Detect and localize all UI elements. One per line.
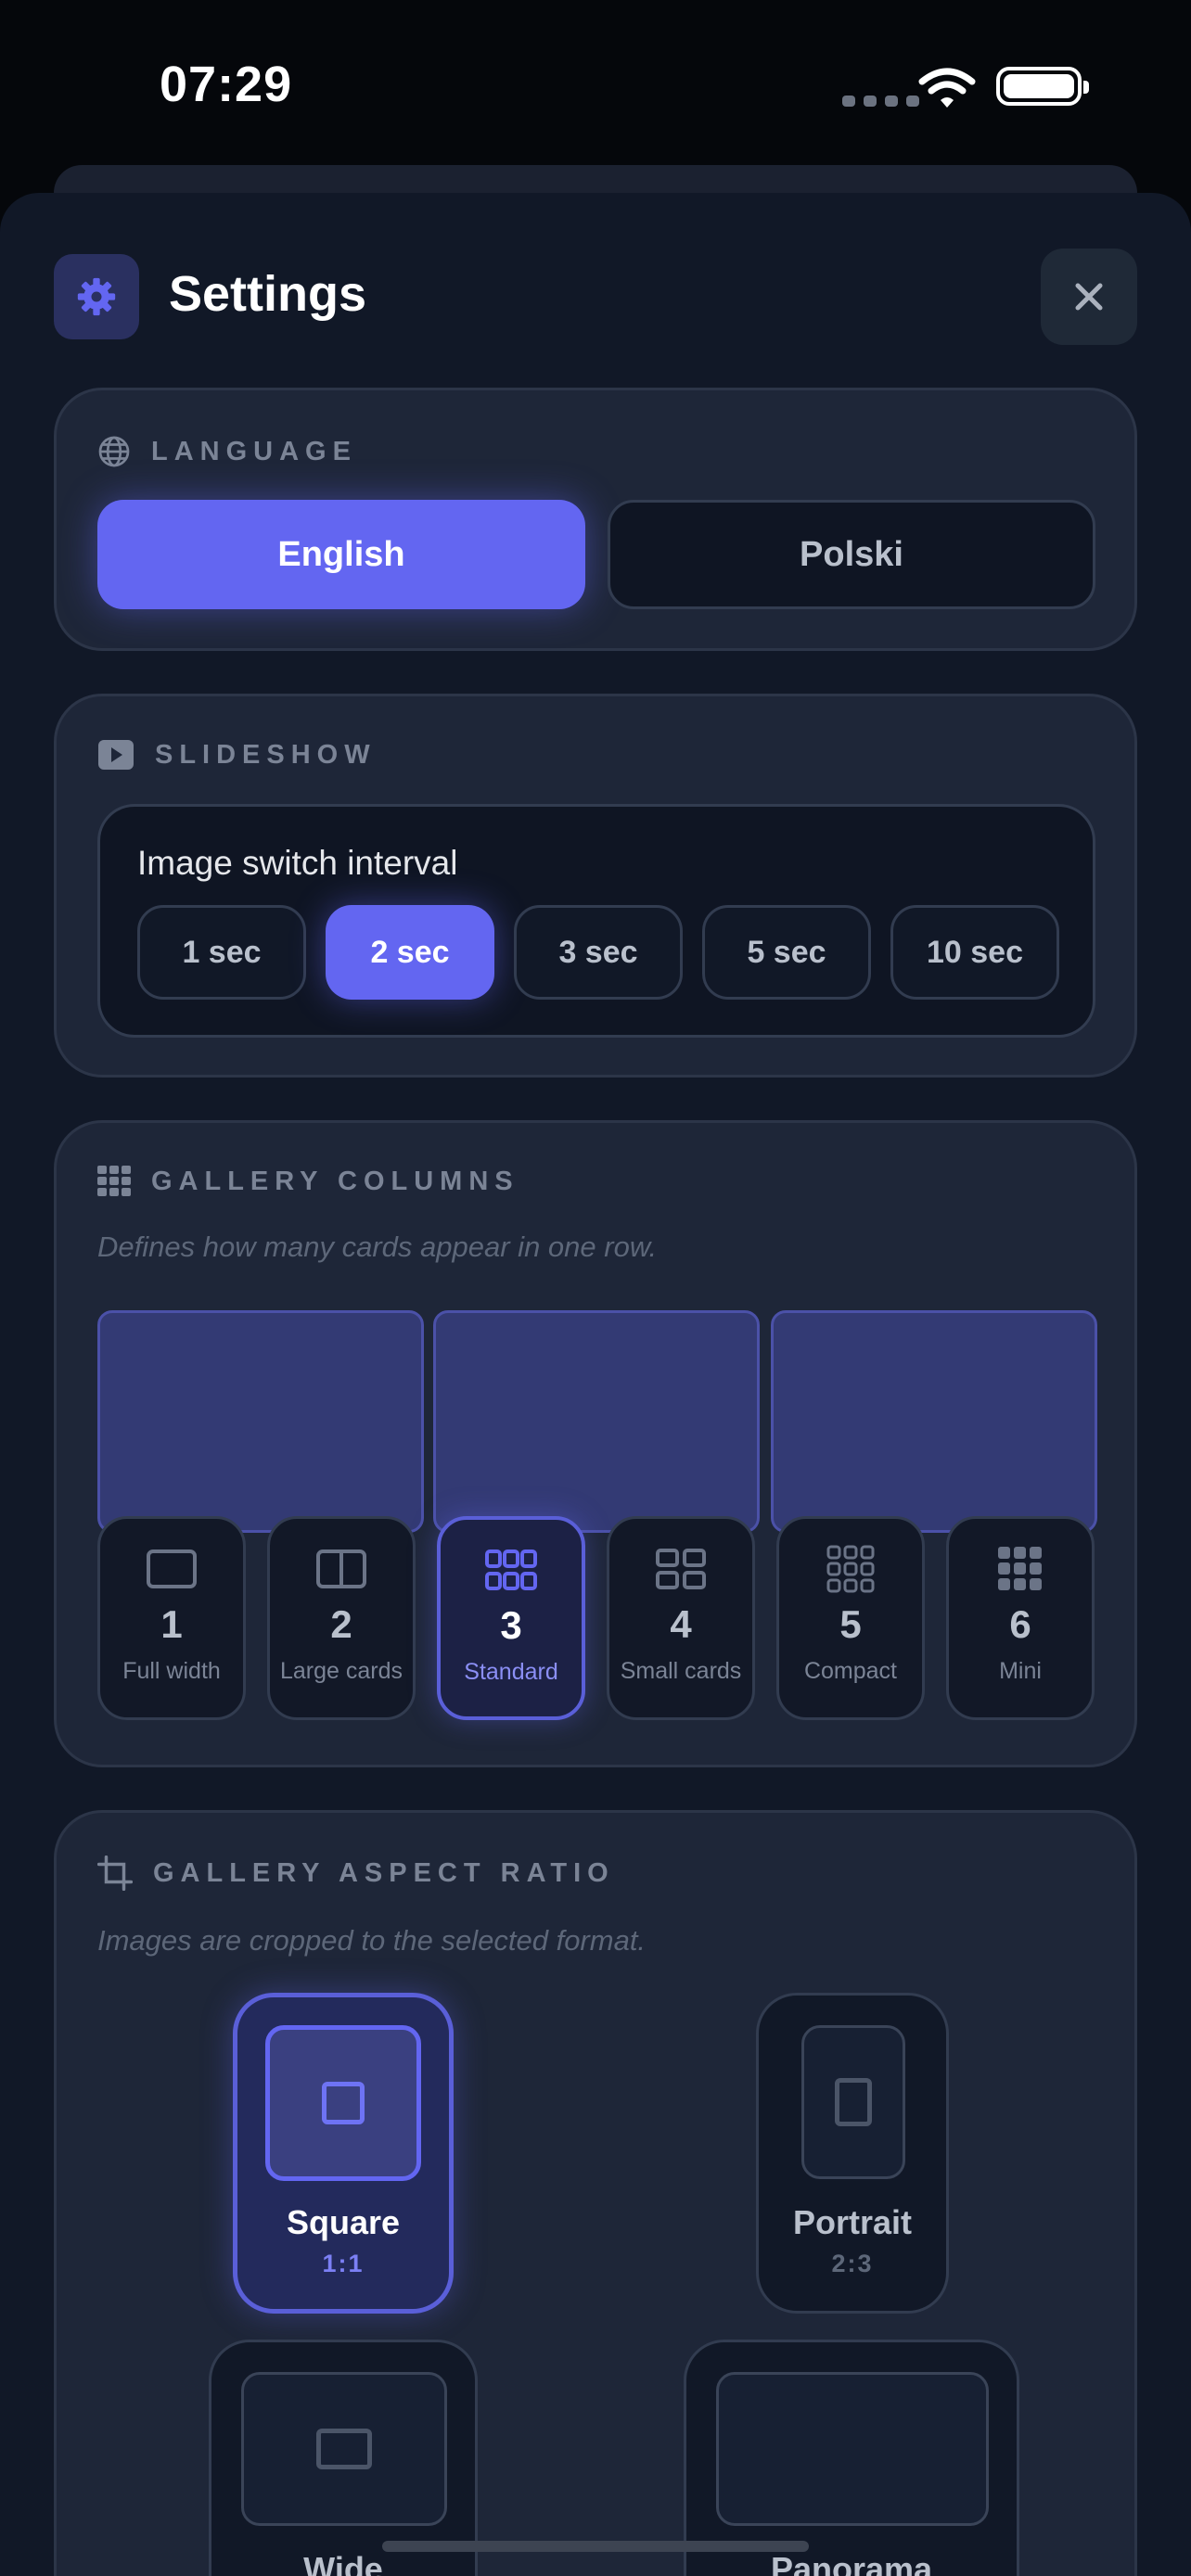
crop-icon [97,1855,133,1891]
wide-preview [241,2372,447,2526]
wide-ratio-icon [316,2429,372,2469]
grid-icon [97,1166,131,1196]
gear-icon [54,254,139,339]
interval-option-1[interactable]: 1 sec [137,905,306,1000]
close-button[interactable] [1041,249,1137,345]
column-option-label: Small cards [620,1658,742,1684]
panorama-preview [716,2372,989,2526]
column-option-number: 2 [330,1602,352,1646]
interval-picker: Image switch interval 1 sec 2 sec 3 sec … [97,804,1095,1038]
aspect-option-square[interactable]: Square 1:1 [233,1993,454,2314]
cellular-signal-icon [842,96,919,107]
aspect-option-name: Portrait [792,2203,913,2241]
play-icon [98,740,134,770]
column-option-3[interactable]: 3 Standard [437,1516,585,1720]
five-columns-icon [826,1545,875,1593]
wifi-icon [918,68,976,108]
gallery-columns-header: GALLERY COLUMNS [97,1166,519,1197]
home-indicator[interactable] [382,2541,809,2552]
square-preview [265,2025,421,2181]
column-option-1[interactable]: 1 Full width [97,1516,246,1720]
column-option-number: 6 [1009,1602,1031,1646]
column-option-6[interactable]: 6 Mini [946,1516,1095,1720]
aspect-option-portrait[interactable]: Portrait 2:3 [756,1993,949,2314]
portrait-ratio-icon [835,2078,872,2126]
gallery-aspect-title: GALLERY ASPECT RATIO [153,1857,615,1888]
column-preview-tile [771,1310,1097,1533]
column-option-4[interactable]: 4 Small cards [607,1516,755,1720]
language-option-english[interactable]: English [97,500,585,609]
column-option-number: 1 [160,1602,183,1646]
column-option-5[interactable]: 5 Compact [776,1516,925,1720]
column-preview-tile [97,1310,424,1533]
close-icon [1075,283,1103,311]
status-time: 07:29 [160,57,293,112]
column-option-label: Full width [122,1658,221,1684]
gallery-columns-description: Defines how many cards appear in one row… [97,1231,658,1263]
slideshow-title: SLIDESHOW [155,739,377,770]
portrait-preview [801,2025,905,2179]
column-option-number: 5 [839,1602,862,1646]
interval-label: Image switch interval [137,844,458,882]
column-preview-tile [433,1310,760,1533]
column-option-number: 3 [500,1603,522,1647]
single-column-icon [147,1547,197,1591]
gallery-columns-title: GALLERY COLUMNS [151,1166,519,1196]
aspect-option-ratio: 2:3 [831,2250,874,2277]
square-ratio-icon [322,2082,365,2124]
column-option-label: Large cards [279,1658,403,1684]
aspect-option-name: Square [286,2203,401,2241]
language-option-polski[interactable]: Polski [608,500,1095,609]
interval-option-2[interactable]: 2 sec [326,905,494,1000]
battery-icon [996,67,1089,106]
three-columns-icon [485,1548,537,1592]
slideshow-section: SLIDESHOW Image switch interval 1 sec 2 … [54,694,1137,1078]
aspect-option-name: Wide [303,2550,383,2576]
interval-option-10[interactable]: 10 sec [890,905,1059,1000]
four-columns-icon [656,1547,706,1591]
interval-option-5[interactable]: 5 sec [702,905,871,1000]
column-option-label: Compact [803,1658,898,1684]
gallery-aspect-header: GALLERY ASPECT RATIO [97,1855,615,1891]
language-title: LANGUAGE [151,436,357,466]
column-option-2[interactable]: 2 Large cards [267,1516,416,1720]
gallery-columns-section: GALLERY COLUMNS Defines how many cards a… [54,1120,1137,1767]
six-columns-icon [996,1547,1044,1591]
interval-option-3[interactable]: 3 sec [514,905,683,1000]
aspect-option-ratio: 1:1 [322,2250,365,2277]
language-section: LANGUAGE English Polski [54,388,1137,651]
column-option-label: Standard [464,1659,558,1685]
two-columns-icon [316,1547,366,1591]
column-option-number: 4 [670,1602,692,1646]
page-title: Settings [169,266,367,322]
column-option-label: Mini [999,1658,1042,1684]
gallery-aspect-section: GALLERY ASPECT RATIO Images are cropped … [54,1810,1137,2576]
globe-icon [98,436,130,467]
language-header: LANGUAGE [97,435,357,468]
gallery-aspect-description: Images are cropped to the selected forma… [97,1924,647,1957]
slideshow-header: SLIDESHOW [97,739,377,771]
aspect-option-name: Panorama [770,2550,933,2576]
